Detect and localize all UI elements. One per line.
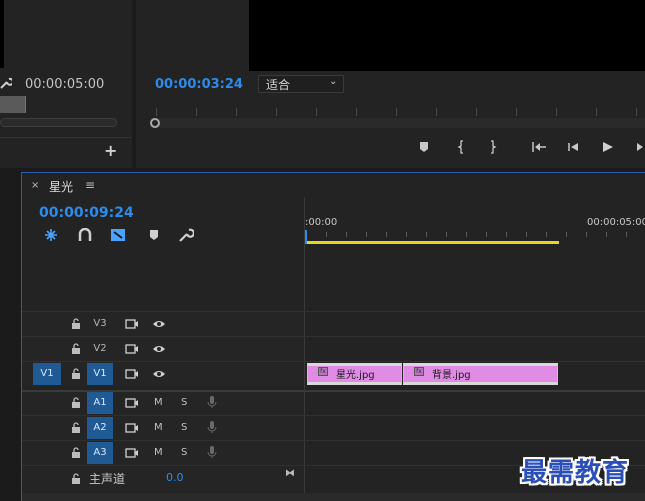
lock-icon[interactable] [71,447,81,458]
eye-icon[interactable] [152,343,166,355]
play-icon[interactable] [600,139,614,157]
track-name-v3[interactable]: V3 [87,313,113,335]
work-area-bar[interactable] [307,241,559,244]
track-name-v1[interactable]: V1 [87,363,113,385]
program-ruler [156,108,645,116]
ruler-ticks [306,232,645,237]
track-header-a2 [22,416,304,440]
mute-button[interactable]: M [154,397,163,408]
track-header-a3 [22,441,304,465]
microphone-icon[interactable] [205,396,219,408]
solo-button[interactable]: S [181,397,187,408]
track-name-v2[interactable]: V2 [87,338,113,360]
step-back-icon[interactable] [566,139,580,157]
ruler-start-label: :00:00 [305,217,338,228]
source-divider [0,137,132,138]
linked-selection-icon[interactable] [110,228,126,242]
panel-menu-icon[interactable]: ≡ [85,178,95,192]
source-zoom-scrollbar[interactable] [0,118,117,127]
clip-beijing[interactable]: fx 背景.jpg [403,363,558,385]
lock-icon[interactable] [71,368,81,379]
master-volume-value[interactable]: 0.0 [166,471,184,484]
go-to-end-icon[interactable]: ⧓ [285,468,295,479]
track-name-a3[interactable]: A3 [87,442,113,464]
clip-name: 星光.jpg [336,370,375,381]
program-scrub-bar[interactable] [150,118,645,128]
track-name-a2[interactable]: A2 [87,417,113,439]
insert-overwrite-icon[interactable] [43,228,59,242]
microphone-icon[interactable] [205,421,219,433]
add-marker-icon[interactable] [146,228,162,242]
lock-icon[interactable] [71,318,81,329]
fit-select-value: 适合 [266,78,291,92]
solo-button[interactable]: S [181,447,187,458]
clip-xingguang[interactable]: fx 星光.jpg [307,363,402,385]
track-name-a1[interactable]: A1 [87,392,113,414]
ruler-end-label: 00:00:05:00 [587,217,645,228]
go-to-in-icon[interactable] [530,139,548,157]
watermark-text: 最需教育 [521,458,630,488]
mark-in-icon[interactable] [456,139,466,157]
fx-badge: fx [414,367,424,376]
mark-out-icon[interactable] [488,139,498,157]
program-video-frame [249,0,645,71]
clip-name: 背景.jpg [432,370,471,381]
track-header-a1 [22,392,304,416]
sync-lock-icon[interactable] [125,422,139,434]
wrench-icon[interactable] [178,228,194,242]
eye-icon[interactable] [152,318,166,330]
track-row-v2[interactable] [22,336,645,361]
chevron-down-icon: ⌄ [329,76,338,87]
sync-lock-icon[interactable] [125,343,139,355]
wrench-icon[interactable] [0,76,12,90]
eye-icon[interactable] [152,368,166,380]
lock-icon[interactable] [71,473,81,484]
master-track-label: 主声道 [89,472,126,486]
sync-lock-icon[interactable] [125,397,139,409]
track-header-master [22,466,304,492]
source-timecode[interactable]: 00:00:05:00 [25,77,104,92]
step-forward-icon[interactable] [636,139,645,157]
sync-lock-icon[interactable] [125,368,139,380]
lock-icon[interactable] [71,422,81,433]
source-patch-v1[interactable]: V1 [33,363,61,385]
program-timecode[interactable]: 00:00:03:24 [155,77,243,92]
add-button[interactable]: + [104,141,117,160]
sync-lock-icon[interactable] [125,447,139,459]
fx-badge: fx [318,367,328,376]
sync-lock-icon[interactable] [125,318,139,330]
marker-icon[interactable] [418,139,430,157]
snap-icon[interactable] [77,228,93,242]
source-scrub-thumb[interactable] [0,96,26,113]
timeline-timecode[interactable]: 00:00:09:24 [39,205,134,221]
timeline-playhead[interactable] [305,230,307,244]
microphone-icon[interactable] [205,446,219,458]
mute-button[interactable]: M [154,447,163,458]
lock-icon[interactable] [71,343,81,354]
source-video-frame [0,0,4,68]
track-row-v3[interactable] [22,311,645,336]
mute-button[interactable]: M [154,422,163,433]
timeline-scrollbar[interactable] [22,493,645,501]
close-icon[interactable]: × [31,180,39,191]
sequence-tab-title[interactable]: 星光 [49,178,73,195]
program-playhead[interactable] [150,118,160,128]
solo-button[interactable]: S [181,422,187,433]
lock-icon[interactable] [71,397,81,408]
